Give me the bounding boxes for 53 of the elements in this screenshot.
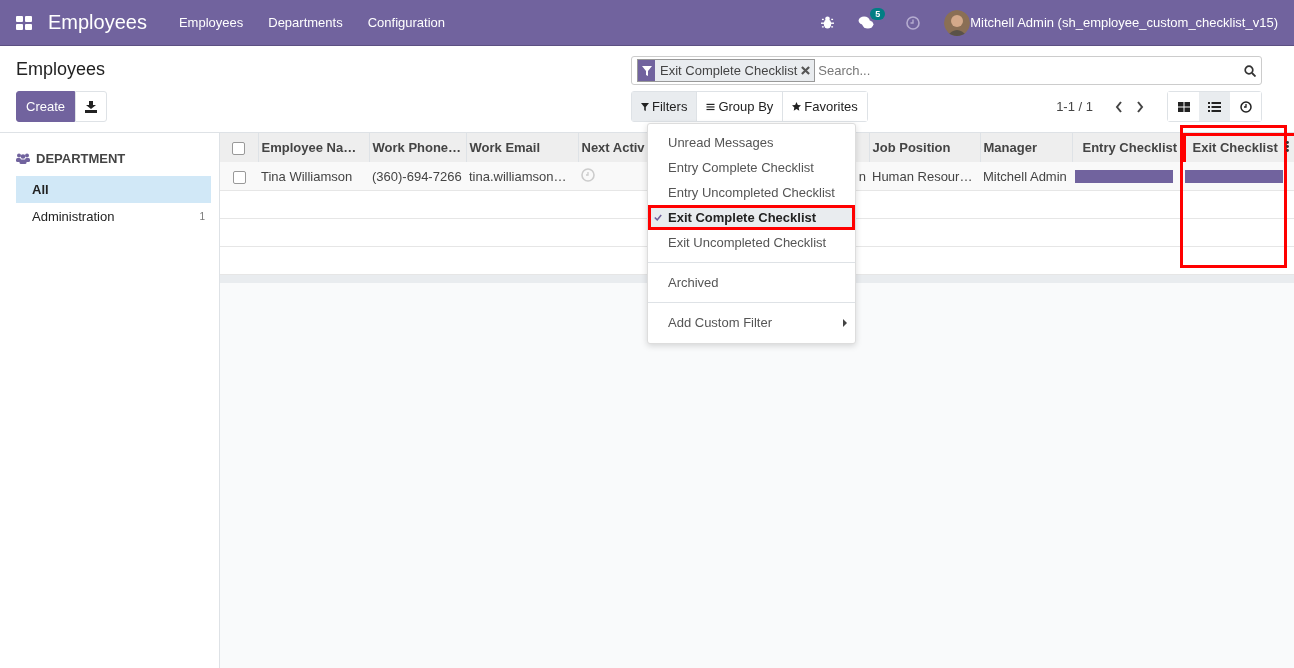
avatar[interactable] [944,9,971,36]
sidebar-item[interactable]: Administration 1 [16,203,211,230]
search-field[interactable]: Exit Complete Checklist Search... [631,56,1262,85]
filter-option[interactable]: Add Custom Filter [648,310,855,335]
sidebar-item[interactable]: All [16,176,211,203]
apps-menu-icon[interactable] [16,15,32,30]
create-button[interactable]: Create [16,91,76,122]
grid-icon [1177,101,1190,112]
select-all-checkbox[interactable] [232,142,246,156]
table-cell: n [858,168,866,184]
filter-option[interactable]: Exit Uncompleted Checklist [648,230,855,255]
chat-icon[interactable] [858,16,875,29]
filter-facet[interactable]: Exit Complete Checklist [637,59,816,82]
list-lines-icon [706,102,716,111]
user-menu[interactable]: Mitchell Admin (sh_employee_custom_checklist_v15) [970,15,1278,30]
table-cell: tina.williamson… [469,168,567,184]
column-options-icon[interactable] [1286,141,1289,152]
pager-value[interactable]: 1-1 / 1 [1056,99,1093,114]
table-cell: Human Resour… [872,168,973,184]
people-icon [16,153,30,164]
download-button[interactable] [75,91,108,122]
remove-icon[interactable] [801,66,811,75]
facet-label: Exit Complete Checklist [660,63,798,78]
filter-option[interactable]: Entry Complete Checklist [648,155,855,180]
table-cell: (360)-694-7266 [372,168,462,184]
filter-option[interactable]: Archived [648,270,855,295]
previous-icon[interactable] [1115,100,1123,113]
next-icon[interactable] [1136,100,1144,113]
check-icon [654,214,662,221]
download-icon [85,100,98,113]
list-icon [1208,101,1221,112]
message-count-badge: 5 [870,8,886,20]
row-checkbox[interactable] [232,170,246,184]
sidebar-heading: DEPARTMENT [36,151,126,166]
menu-item[interactable]: Departments [268,15,343,30]
clock-icon [1239,100,1252,113]
table-cell: Mitchell Admin [983,168,1067,184]
filter-icon [641,65,652,76]
menu-item[interactable]: Configuration [367,15,445,30]
filter-icon [641,102,649,111]
filter-option[interactable]: Exit Complete Checklist [648,205,855,230]
caret-icon [843,318,847,327]
app-title[interactable]: Employees [48,11,147,34]
search-option-button[interactable]: Filters [632,92,698,121]
filter-option[interactable]: Entry Uncompleted Checklist [648,180,855,205]
star-icon [792,102,802,111]
list-view-button[interactable] [1199,92,1230,121]
search-icon[interactable] [1244,64,1256,77]
bug-icon[interactable] [821,16,835,29]
table-cell: Tina Williamson [261,168,353,184]
menu-item[interactable]: Employees [178,15,244,30]
filter-option[interactable]: Unread Messages [648,130,855,155]
page-title: Employees [16,59,107,81]
